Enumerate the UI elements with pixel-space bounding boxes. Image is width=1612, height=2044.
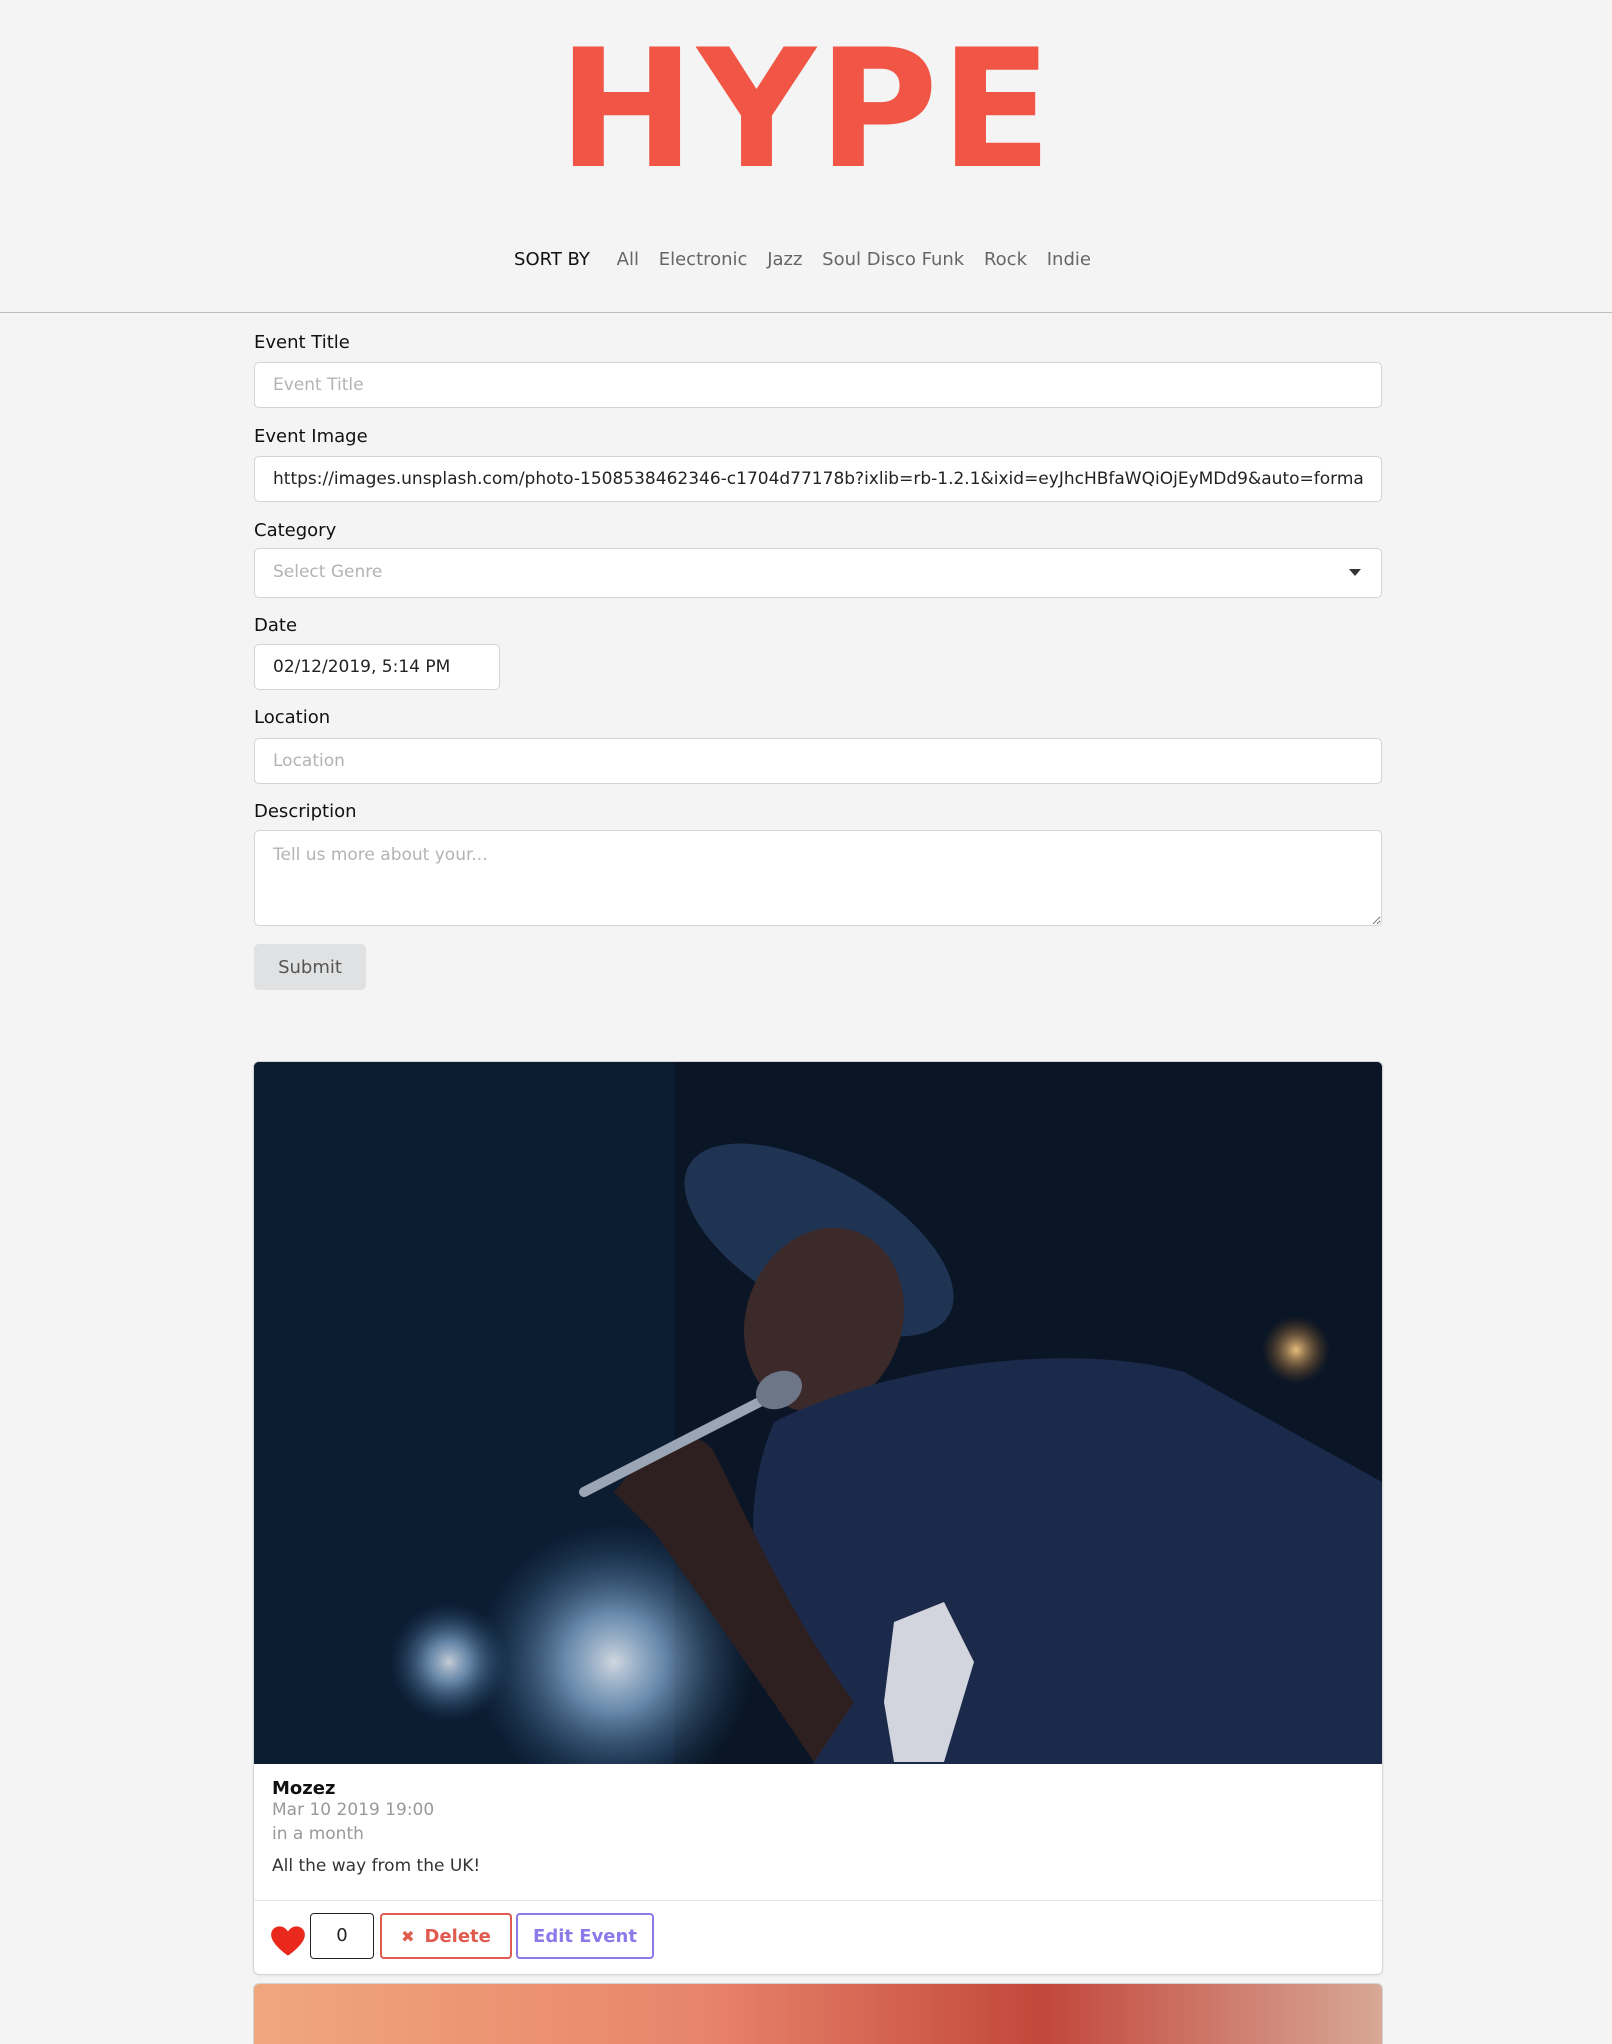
sort-label: SORT BY bbox=[514, 249, 590, 270]
date-input[interactable] bbox=[254, 644, 500, 690]
category-select[interactable]: Select Genre bbox=[254, 548, 1382, 598]
location-label: Location bbox=[254, 707, 331, 728]
sort-item-electronic[interactable]: Electronic bbox=[659, 249, 748, 270]
sort-item-rock[interactable]: Rock bbox=[984, 249, 1027, 270]
event-image-label: Event Image bbox=[254, 426, 368, 447]
brand-title: HYPE bbox=[557, 14, 1055, 205]
event-card-actions: 0 ✖ Delete Edit Event bbox=[254, 1900, 1382, 1974]
sort-bar: SORT BY All Electronic Jazz Soul Disco F… bbox=[0, 244, 1612, 276]
sort-item-soul-disco-funk[interactable]: Soul Disco Funk bbox=[822, 249, 964, 270]
like-count: 0 bbox=[310, 1913, 374, 1959]
sort-item-jazz[interactable]: Jazz bbox=[767, 249, 802, 270]
event-image-input[interactable] bbox=[254, 456, 1382, 502]
heart-icon[interactable] bbox=[270, 1925, 306, 1957]
event-card: Mozez Mar 10 2019 19:00 in a month All t… bbox=[254, 1062, 1382, 1974]
submit-button[interactable]: Submit bbox=[254, 944, 366, 990]
description-textarea[interactable] bbox=[254, 830, 1382, 926]
header-divider bbox=[0, 312, 1612, 313]
category-select-placeholder: Select Genre bbox=[273, 562, 383, 582]
event-title: Mozez bbox=[272, 1778, 336, 1799]
description-label: Description bbox=[254, 801, 357, 822]
sort-item-all[interactable]: All bbox=[617, 249, 639, 270]
event-title-label: Event Title bbox=[254, 332, 350, 353]
event-title-input[interactable] bbox=[254, 362, 1382, 408]
event-description: All the way from the UK! bbox=[272, 1856, 481, 1876]
date-label: Date bbox=[254, 615, 298, 636]
singer-photo-illustration bbox=[254, 1062, 1382, 1764]
edit-event-button[interactable]: Edit Event bbox=[516, 1913, 654, 1959]
caret-down-icon bbox=[1349, 569, 1361, 576]
location-input[interactable] bbox=[254, 738, 1382, 784]
event-image bbox=[254, 1062, 1382, 1764]
event-relative-date: in a month bbox=[272, 1824, 364, 1844]
delete-button[interactable]: ✖ Delete bbox=[380, 1913, 512, 1959]
category-label: Category bbox=[254, 520, 337, 541]
close-icon: ✖ bbox=[401, 1926, 415, 1946]
event-card-next bbox=[254, 1984, 1382, 2044]
delete-label: Delete bbox=[424, 1925, 491, 1947]
event-date: Mar 10 2019 19:00 bbox=[272, 1800, 435, 1820]
sort-item-indie[interactable]: Indie bbox=[1047, 249, 1091, 270]
